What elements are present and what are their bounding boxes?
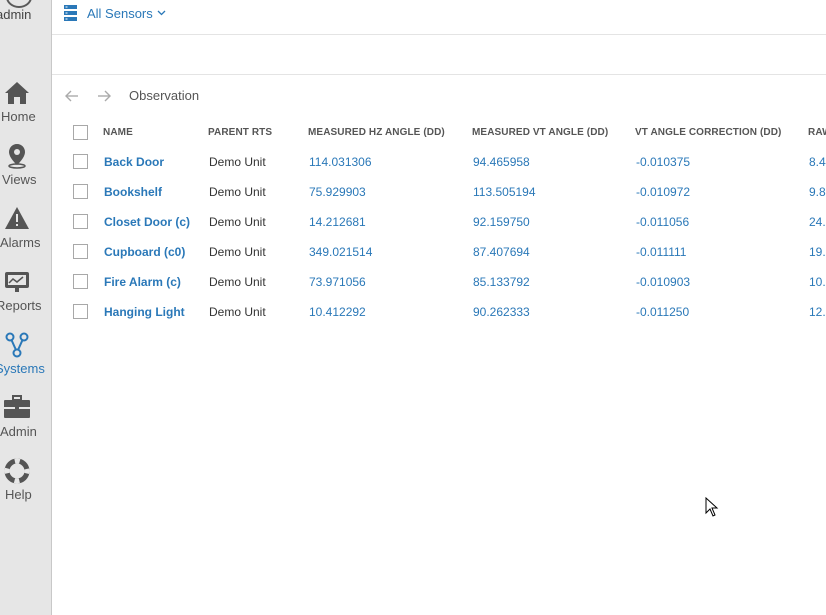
row-vt-angle: 94.465958 (473, 155, 530, 169)
row-hz-angle: 73.971056 (309, 275, 366, 289)
nav-home[interactable]: Home (0, 80, 51, 138)
row-checkbox[interactable] (73, 244, 88, 259)
nav-home-label: Home (1, 109, 36, 124)
row-raw: 19.5 (809, 245, 826, 259)
nav-help[interactable]: Help (0, 458, 51, 516)
list-icon (64, 5, 77, 21)
column-header-parent-rts[interactable]: PARENT RTS (208, 127, 272, 138)
nav-admin[interactable]: Admin (0, 395, 51, 453)
table-row[interactable]: Back Door Demo Unit 114.031306 94.465958… (64, 146, 826, 176)
row-raw: 12.8 (809, 305, 826, 319)
table-row[interactable]: Closet Door (c) Demo Unit 14.212681 92.1… (64, 206, 826, 236)
nav-reports-label: Reports (0, 298, 42, 313)
back-arrow-icon[interactable] (64, 88, 80, 109)
row-vt-correction: -0.011056 (636, 215, 690, 229)
lifebuoy-icon (4, 458, 30, 484)
row-checkbox[interactable] (73, 214, 88, 229)
row-name-link[interactable]: Back Door (104, 155, 164, 169)
sensor-group-label: All Sensors (87, 5, 153, 21)
user-menu[interactable]: admin (0, 0, 51, 30)
chevron-down-icon (157, 10, 166, 16)
row-vt-correction: -0.010375 (636, 155, 691, 169)
breadcrumb-current: Observation (129, 88, 200, 103)
column-header-name[interactable]: NAME (103, 127, 133, 138)
row-parent: Demo Unit (209, 155, 266, 169)
nav-admin-label: Admin (0, 424, 37, 439)
row-vt-angle: 90.262333 (473, 305, 530, 319)
row-checkbox[interactable] (73, 304, 88, 319)
row-parent: Demo Unit (209, 305, 266, 319)
row-checkbox[interactable] (73, 154, 88, 169)
row-parent: Demo Unit (209, 275, 266, 289)
table-row[interactable]: Cupboard (c0) Demo Unit 349.021514 87.40… (64, 236, 826, 266)
row-vt-angle: 113.505194 (473, 185, 536, 199)
row-hz-angle: 14.212681 (309, 215, 366, 229)
home-icon (5, 82, 29, 104)
user-name: admin (0, 7, 32, 22)
row-name-link[interactable]: Bookshelf (104, 185, 162, 199)
nav-help-label: Help (5, 487, 32, 502)
row-vt-correction: -0.010903 (636, 275, 691, 289)
nav-views-label: Views (2, 172, 37, 187)
row-vt-correction: -0.011250 (636, 305, 690, 319)
row-parent: Demo Unit (209, 245, 266, 259)
row-vt-correction: -0.011111 (636, 245, 687, 259)
mouse-cursor-icon (705, 497, 719, 517)
row-raw: 8.44 (809, 155, 826, 169)
row-vt-angle: 85.133792 (473, 275, 530, 289)
reports-icon (5, 272, 29, 292)
row-hz-angle: 349.021514 (309, 245, 373, 259)
nav-alarms-label: Alarms (0, 235, 41, 250)
top-bar: All Sensors (52, 0, 826, 35)
nav-systems-label: Systems (0, 361, 45, 376)
nav-views[interactable]: Views (0, 143, 51, 201)
sensor-group-select[interactable]: All Sensors (64, 4, 166, 22)
sidebar: admin Home Views Alarms Reports (0, 0, 52, 615)
column-header-hz-angle[interactable]: MEASURED HZ ANGLE (DD) (308, 127, 445, 138)
row-raw: 24.0 (809, 215, 826, 229)
row-checkbox[interactable] (73, 184, 88, 199)
location-pin-icon (8, 144, 26, 169)
row-vt-angle: 87.407694 (473, 245, 530, 259)
row-parent: Demo Unit (209, 185, 266, 199)
table-row[interactable]: Bookshelf Demo Unit 75.929903 113.505194… (64, 176, 826, 206)
row-vt-angle: 92.159750 (473, 215, 530, 229)
column-header-vt-correction[interactable]: VT ANGLE CORRECTION (DD) (635, 127, 781, 138)
column-header-raw[interactable]: RAW (808, 127, 826, 138)
nav-systems[interactable]: Systems (0, 332, 51, 390)
warning-icon (5, 207, 29, 229)
toolbar-band (52, 35, 826, 75)
nav-reports[interactable]: Reports (0, 269, 51, 327)
row-raw: 10.6 (809, 275, 826, 289)
row-vt-correction: -0.010972 (636, 185, 691, 199)
table-row[interactable]: Hanging Light Demo Unit 10.412292 90.262… (64, 296, 826, 326)
select-all-checkbox[interactable] (73, 125, 88, 140)
row-name-link[interactable]: Closet Door (c) (104, 215, 190, 229)
row-name-link[interactable]: Cupboard (c0) (104, 245, 185, 259)
nav-alarms[interactable]: Alarms (0, 206, 51, 264)
table-row[interactable]: Fire Alarm (c) Demo Unit 73.971056 85.13… (64, 266, 826, 296)
row-name-link[interactable]: Fire Alarm (c) (104, 275, 181, 289)
toolbox-icon (4, 395, 30, 418)
row-hz-angle: 114.031306 (309, 155, 372, 169)
forward-arrow-icon[interactable] (96, 88, 112, 109)
row-raw: 9.87 (809, 185, 826, 199)
row-checkbox[interactable] (73, 274, 88, 289)
row-hz-angle: 10.412292 (309, 305, 366, 319)
row-parent: Demo Unit (209, 215, 266, 229)
row-name-link[interactable]: Hanging Light (104, 305, 185, 319)
column-header-vt-angle[interactable]: MEASURED VT ANGLE (DD) (472, 127, 608, 138)
network-icon (5, 332, 29, 358)
row-hz-angle: 75.929903 (309, 185, 366, 199)
